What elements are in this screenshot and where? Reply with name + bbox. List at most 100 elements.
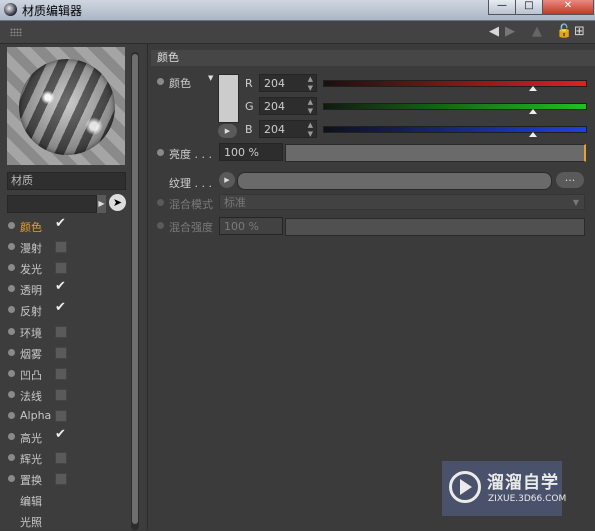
brightness-anim-dot[interactable] — [157, 149, 164, 156]
channel-anim-dot[interactable] — [8, 327, 15, 335]
b-value-field[interactable]: 204 ▲ ▼ — [259, 120, 317, 138]
b-spinner-icon[interactable]: ▲ ▼ — [308, 121, 313, 139]
b-slider[interactable] — [323, 126, 587, 133]
g-value: 204 — [264, 100, 285, 113]
blend-mode-select[interactable]: 标准 ▼ — [219, 194, 585, 210]
channel-item[interactable]: 环境 — [0, 322, 130, 342]
channel-anim-dot[interactable] — [8, 369, 15, 377]
back-arrow-icon[interactable]: ◀ — [489, 24, 499, 39]
channel-item[interactable]: 光照 — [0, 511, 130, 531]
channel-anim-dot[interactable] — [8, 222, 15, 229]
g-spinner-icon[interactable]: ▲ ▼ — [308, 98, 313, 116]
channel-checkbox[interactable] — [55, 367, 67, 380]
brightness-slider[interactable] — [285, 144, 586, 162]
channel-anim-dot[interactable] — [8, 390, 15, 398]
checkmark-icon[interactable]: ✔ — [55, 216, 66, 231]
channel-anim-dot[interactable] — [8, 243, 15, 251]
b-label: B — [245, 123, 253, 136]
color-swatch[interactable] — [218, 74, 239, 123]
channel-item[interactable]: 颜色 ✔ — [0, 216, 130, 236]
r-label: R — [245, 77, 253, 90]
channel-anim-dot[interactable] — [8, 264, 15, 272]
material-link-arrow-icon[interactable]: ▶ — [97, 195, 106, 213]
channel-item[interactable]: 置换 — [0, 469, 130, 489]
blend-mode-anim-dot[interactable] — [157, 199, 164, 206]
material-preview[interactable] — [7, 47, 125, 165]
material-link-field[interactable] — [7, 195, 97, 213]
channel-anim-dot[interactable] — [8, 433, 15, 440]
checkmark-icon[interactable]: ✔ — [55, 279, 66, 294]
channel-checkbox[interactable] — [55, 346, 67, 359]
checkmark-icon[interactable]: ✔ — [55, 427, 66, 442]
channel-item[interactable]: 透明 ✔ — [0, 279, 130, 299]
material-name-field[interactable]: 材质 — [7, 172, 126, 190]
channel-anim-dot[interactable] — [8, 285, 15, 293]
brightness-value-field[interactable]: 100 % — [219, 143, 283, 161]
forward-arrow-icon[interactable]: ▶ — [505, 24, 515, 39]
channel-anim-dot[interactable] — [8, 411, 15, 419]
channel-item[interactable]: 发光 — [0, 258, 130, 278]
channel-label: 高光 — [20, 432, 42, 445]
blend-strength-anim-dot[interactable] — [157, 222, 164, 229]
channel-checkbox[interactable] — [55, 325, 67, 338]
channel-label: 漫射 — [20, 242, 42, 256]
channel-label: Alpha — [20, 408, 52, 422]
channel-anim-dot[interactable] — [8, 348, 15, 356]
title-bar: 材质编辑器 — □ ✕ — [0, 0, 595, 21]
channel-anim-dot[interactable] — [8, 454, 15, 462]
texture-menu-arrow-icon[interactable]: ▶ — [219, 172, 235, 188]
maximize-button[interactable]: □ — [515, 0, 543, 15]
toolbar: ◀ ▶ ▲ 🔓 ⊞ — [0, 21, 595, 44]
channel-label: 颜色 — [20, 221, 42, 234]
channel-item[interactable]: 漫射 — [0, 237, 130, 257]
blend-strength-slider[interactable] — [285, 218, 585, 236]
g-slider[interactable] — [323, 103, 587, 110]
minimize-button[interactable]: — — [488, 0, 516, 15]
blend-strength-value-field[interactable]: 100 % — [219, 217, 283, 235]
g-value-field[interactable]: 204 ▲ ▼ — [259, 97, 317, 115]
channel-anim-dot[interactable] — [8, 475, 15, 483]
channel-checkbox[interactable] — [55, 473, 67, 486]
close-button[interactable]: ✕ — [542, 0, 594, 15]
channel-item[interactable]: 编辑 — [0, 490, 130, 510]
grip-handle-icon[interactable] — [10, 28, 22, 36]
b-value: 204 — [264, 123, 285, 136]
channel-checkbox[interactable] — [55, 409, 67, 422]
color-mode-button[interactable]: ▶ — [218, 124, 237, 138]
lock-icon[interactable]: 🔓 — [556, 24, 572, 39]
r-spinner-icon[interactable]: ▲ ▼ — [308, 75, 313, 93]
texture-field[interactable] — [237, 172, 552, 190]
r-value-field[interactable]: 204 ▲ ▼ — [259, 74, 317, 92]
scrollbar-thumb[interactable] — [132, 54, 138, 524]
preview-sphere — [19, 59, 115, 155]
channel-anim-dot[interactable] — [8, 306, 15, 314]
channel-checkbox[interactable] — [55, 452, 67, 465]
blend-strength-label: 混合强度 — [169, 221, 213, 234]
texture-more-button[interactable]: ... — [556, 172, 584, 188]
channel-checkbox[interactable] — [55, 262, 67, 275]
channel-item[interactable]: 辉光 — [0, 448, 130, 468]
up-arrow-icon[interactable]: ▲ — [532, 24, 542, 39]
channel-label: 辉光 — [20, 453, 42, 467]
channel-checkbox[interactable] — [55, 241, 67, 254]
r-slider-handle[interactable] — [528, 86, 537, 91]
color-anim-dot[interactable] — [157, 78, 164, 85]
channel-item[interactable]: 法线 — [0, 385, 130, 405]
channel-item[interactable]: 反射 ✔ — [0, 300, 130, 320]
swatch-dropdown-icon[interactable]: ▼ — [208, 74, 213, 82]
channel-item[interactable]: 烟雾 — [0, 343, 130, 363]
new-panel-icon[interactable]: ⊞ — [574, 24, 585, 39]
channel-item[interactable]: Alpha — [0, 406, 130, 426]
watermark-title: 溜溜自学 — [487, 473, 559, 493]
b-slider-handle[interactable] — [528, 132, 537, 137]
pick-cursor-icon[interactable]: ➤ — [109, 194, 126, 211]
g-slider-handle[interactable] — [528, 109, 537, 114]
color-label: 颜色 — [169, 77, 191, 90]
blend-strength-value: 100 % — [224, 220, 259, 233]
channel-checkbox[interactable] — [55, 388, 67, 401]
channel-item[interactable]: 高光 ✔ — [0, 427, 130, 447]
channel-label: 烟雾 — [20, 347, 42, 361]
channel-item[interactable]: 凹凸 — [0, 364, 130, 384]
r-slider[interactable] — [323, 80, 587, 87]
checkmark-icon[interactable]: ✔ — [55, 300, 66, 315]
